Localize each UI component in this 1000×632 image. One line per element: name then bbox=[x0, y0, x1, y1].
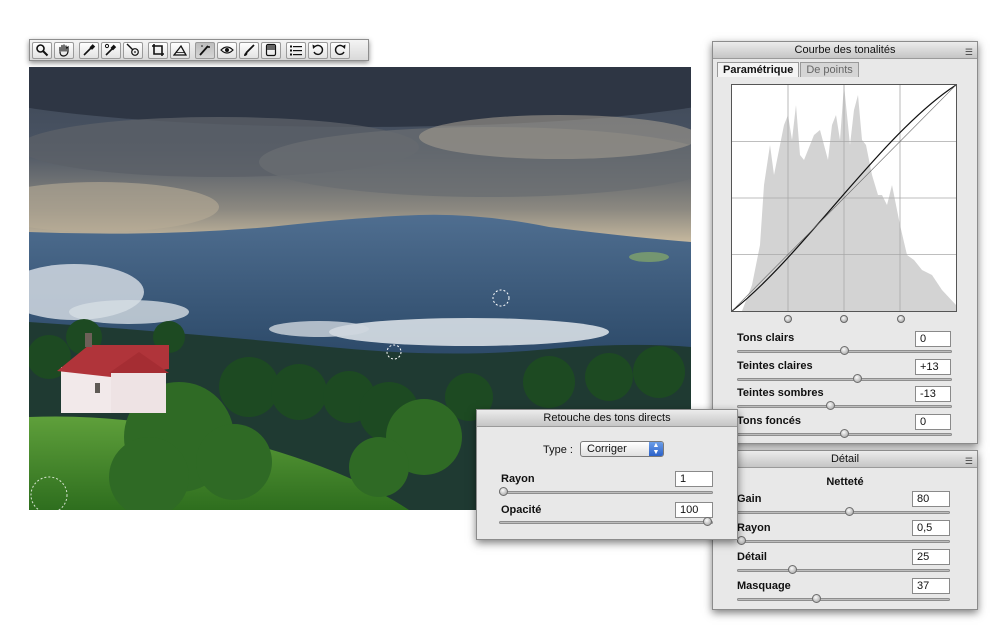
slider-label: Rayon bbox=[737, 522, 771, 534]
slider-thumb[interactable] bbox=[703, 517, 712, 526]
adjustment-brush-tool[interactable] bbox=[239, 41, 259, 59]
split-handle-2[interactable] bbox=[840, 315, 848, 323]
tab-parametric[interactable]: Paramétrique bbox=[717, 62, 800, 77]
tone-curve-graph[interactable] bbox=[731, 84, 957, 312]
tone-curve-title: Courbe des tonalités ☰ bbox=[713, 42, 977, 59]
rotate-right-tool[interactable] bbox=[330, 41, 350, 59]
slider-thumb[interactable] bbox=[826, 401, 836, 410]
red-eye-tool[interactable] bbox=[217, 41, 237, 59]
tone-curve-title-text: Courbe des tonalités bbox=[794, 44, 896, 56]
hand-icon bbox=[59, 44, 69, 57]
straighten-icon bbox=[173, 44, 187, 56]
magnifier-icon bbox=[36, 44, 49, 57]
value-field[interactable]: -13 bbox=[915, 386, 951, 402]
slider-label: Détail bbox=[737, 551, 767, 563]
rotate-left-tool[interactable] bbox=[308, 41, 328, 59]
straighten-tool[interactable] bbox=[170, 41, 190, 59]
spot-removal-title: Retouche des tons directs bbox=[477, 410, 737, 427]
slider-thumb[interactable] bbox=[839, 429, 849, 438]
eyedropper-icon bbox=[83, 44, 96, 56]
slider-label: Masquage bbox=[737, 580, 791, 592]
slider-label: Teintes claires bbox=[737, 360, 813, 372]
tone-curve-tabs: Paramétrique De points bbox=[717, 62, 860, 77]
type-select[interactable]: Corriger ▲ ▼ bbox=[580, 441, 664, 457]
value-field[interactable]: 80 bbox=[912, 491, 950, 507]
rotate-right-icon bbox=[334, 44, 346, 56]
slider-label: Teintes sombres bbox=[737, 387, 824, 399]
select-arrows-icon: ▲ ▼ bbox=[649, 442, 663, 456]
zoom-tool[interactable] bbox=[32, 41, 52, 59]
detail-title-text: Détail bbox=[830, 453, 860, 465]
value-field[interactable]: +13 bbox=[915, 359, 951, 375]
slider-track[interactable] bbox=[737, 594, 950, 603]
panel-menu-icon[interactable]: ☰ bbox=[965, 44, 973, 60]
slider-track[interactable] bbox=[737, 429, 952, 438]
value-field[interactable]: 0,5 bbox=[912, 520, 950, 536]
slider-track[interactable] bbox=[737, 374, 952, 383]
color-sampler-icon bbox=[104, 43, 117, 56]
slider-track[interactable] bbox=[499, 487, 713, 496]
type-select-value: Corriger bbox=[587, 443, 627, 455]
slider-track[interactable] bbox=[499, 517, 713, 526]
slider-thumb[interactable] bbox=[787, 565, 797, 574]
brush-icon bbox=[244, 44, 255, 56]
value-field[interactable]: 1 bbox=[675, 471, 713, 487]
slider-track[interactable] bbox=[737, 401, 952, 410]
targeted-adjustment-tool[interactable] bbox=[123, 41, 143, 59]
crop-tool[interactable] bbox=[148, 41, 168, 59]
rotate-left-icon bbox=[312, 44, 324, 56]
graduated-filter-tool[interactable] bbox=[261, 41, 281, 59]
color-sampler-tool[interactable] bbox=[101, 41, 121, 59]
slider-thumb[interactable] bbox=[844, 507, 854, 516]
red-eye-icon bbox=[220, 46, 234, 54]
value-field[interactable]: 0 bbox=[915, 331, 951, 347]
slider-label: Tons clairs bbox=[737, 332, 795, 344]
tool-bar bbox=[29, 39, 369, 61]
list-icon bbox=[290, 45, 302, 56]
spot-removal-panel: Retouche des tons directs Type : Corrige… bbox=[476, 409, 738, 540]
section-heading: Netteté bbox=[826, 476, 864, 488]
hand-tool[interactable] bbox=[54, 41, 74, 59]
split-handle-1[interactable] bbox=[784, 315, 792, 323]
preferences-tool[interactable] bbox=[286, 41, 306, 59]
white-balance-tool[interactable] bbox=[79, 41, 99, 59]
slider-thumb[interactable] bbox=[852, 374, 862, 383]
slider-label: Opacité bbox=[501, 504, 542, 516]
slider-thumb[interactable] bbox=[499, 487, 508, 496]
target-adjust-icon bbox=[126, 43, 139, 56]
value-field[interactable]: 100 bbox=[675, 502, 713, 518]
value-field[interactable]: 37 bbox=[912, 578, 950, 594]
panel-menu-icon[interactable]: ☰ bbox=[965, 453, 973, 469]
slider-label: Rayon bbox=[501, 473, 535, 485]
spot-removal-icon bbox=[199, 45, 210, 56]
slider-track[interactable] bbox=[737, 346, 952, 355]
spot-removal-tool[interactable] bbox=[195, 41, 215, 59]
slider-thumb[interactable] bbox=[737, 536, 746, 545]
value-field[interactable]: 0 bbox=[915, 414, 951, 430]
value-field[interactable]: 25 bbox=[912, 549, 950, 565]
type-label: Type : bbox=[543, 444, 573, 456]
slider-track[interactable] bbox=[737, 565, 950, 574]
slider-track[interactable] bbox=[737, 536, 950, 545]
slider-thumb[interactable] bbox=[812, 594, 822, 603]
detail-panel: Détail ☰ Netteté Gain 80 Rayon 0,5 Détail… bbox=[712, 450, 978, 610]
detail-title: Détail ☰ bbox=[713, 451, 977, 468]
split-handle-3[interactable] bbox=[897, 315, 905, 323]
graduated-filter-icon bbox=[265, 43, 277, 57]
slider-thumb[interactable] bbox=[839, 346, 849, 355]
crop-icon bbox=[152, 44, 164, 56]
slider-label: Tons foncés bbox=[737, 415, 801, 427]
slider-track[interactable] bbox=[737, 507, 950, 516]
tab-points[interactable]: De points bbox=[800, 62, 859, 77]
tone-curve-panel: Courbe des tonalités ☰ Paramétrique De po… bbox=[712, 41, 978, 444]
slider-label: Gain bbox=[737, 493, 762, 505]
